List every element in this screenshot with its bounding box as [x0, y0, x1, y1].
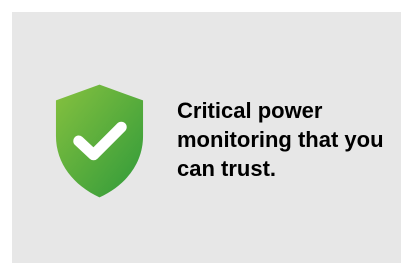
- headline: Critical power monitoring that you can t…: [177, 98, 384, 181]
- hero-card: Critical power monitoring that you can t…: [12, 12, 401, 263]
- shield-check-icon: [55, 84, 144, 198]
